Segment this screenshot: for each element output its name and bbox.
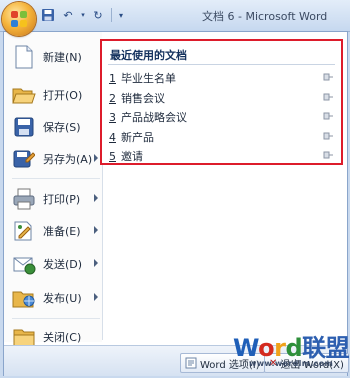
exit-word-button[interactable]: ✕ 退出 Word(X) bbox=[264, 353, 349, 373]
recent-documents-title: 最近使用的文档 bbox=[110, 49, 187, 62]
send-icon bbox=[12, 252, 36, 276]
menu-divider bbox=[12, 318, 100, 319]
recent-item-name: 销售会议 bbox=[121, 92, 165, 105]
save-icon[interactable] bbox=[40, 7, 56, 23]
prepare-icon bbox=[12, 219, 36, 243]
submenu-arrow-icon bbox=[94, 194, 98, 202]
toolbar-divider bbox=[111, 8, 112, 22]
menu-item-save-as[interactable]: 另存为(A) bbox=[12, 142, 102, 176]
redo-button[interactable]: ↻ bbox=[90, 7, 106, 23]
publish-icon bbox=[12, 286, 36, 310]
submenu-arrow-icon bbox=[94, 154, 98, 162]
office-logo-icon bbox=[10, 10, 28, 28]
menu-item-print[interactable]: 打印(P) bbox=[12, 182, 102, 216]
window-title: 文档 6 - Microsoft Word bbox=[202, 10, 328, 23]
save-icon bbox=[12, 115, 36, 139]
word-options-button[interactable]: Word 选项(I) bbox=[180, 353, 265, 373]
close-icon: ✕ bbox=[269, 357, 278, 369]
recent-item-number: 1 bbox=[109, 71, 116, 85]
menu-item-label: 保存(S) bbox=[43, 121, 81, 134]
pin-icon[interactable] bbox=[323, 132, 333, 140]
submenu-arrow-icon bbox=[94, 226, 98, 234]
print-icon bbox=[12, 187, 36, 211]
menu-item-label: 准备(E) bbox=[43, 225, 81, 238]
recent-document-item[interactable]: 2 销售会议 bbox=[109, 89, 335, 107]
undo-button[interactable]: ↶ bbox=[60, 7, 76, 23]
menu-item-label: 发送(D) bbox=[43, 258, 83, 271]
pin-icon[interactable] bbox=[323, 73, 333, 81]
menu-footer: Word 选项(I) ✕ 退出 Word(X) bbox=[4, 345, 349, 376]
menu-divider bbox=[12, 178, 100, 179]
recent-document-item[interactable]: 3 产品战略会议 bbox=[109, 108, 335, 126]
menu-item-label: 关闭(C) bbox=[43, 331, 82, 344]
open-folder-icon bbox=[12, 83, 36, 107]
recent-item-name: 邀请 bbox=[121, 150, 143, 163]
recent-documents-panel: 最近使用的文档 1 毕业生名单 2 销售会议 3 产品战略会议 4 新产品 5 … bbox=[100, 39, 343, 165]
menu-item-label: 打开(O) bbox=[43, 89, 83, 102]
title-bar: ↶ ▾ ↻ ▾ 文档 6 - Microsoft Word bbox=[0, 0, 350, 32]
recent-document-item[interactable]: 5 邀请 bbox=[109, 147, 335, 165]
customize-toolbar-icon[interactable]: ▾ bbox=[117, 7, 125, 23]
submenu-arrow-icon bbox=[94, 293, 98, 301]
menu-item-open[interactable]: 打开(O) bbox=[12, 78, 102, 112]
quick-access-toolbar: ↶ ▾ ↻ ▾ bbox=[40, 7, 125, 23]
menu-item-new[interactable]: 新建(N) bbox=[12, 40, 102, 74]
new-document-icon bbox=[12, 45, 36, 69]
exit-word-label: 退出 Word(X) bbox=[280, 359, 344, 371]
menu-item-publish[interactable]: 发布(U) bbox=[12, 281, 102, 315]
menu-item-label: 打印(P) bbox=[43, 193, 81, 206]
pin-icon[interactable] bbox=[323, 112, 333, 120]
menu-item-prepare[interactable]: 准备(E) bbox=[12, 214, 102, 248]
recent-item-name: 产品战略会议 bbox=[121, 111, 187, 124]
office-menu: 新建(N) 打开(O) 保存(S) 另存为(A) 打印(P) 准备(E) 发送(… bbox=[3, 31, 349, 376]
recent-item-name: 新产品 bbox=[121, 131, 154, 144]
undo-dropdown-icon[interactable]: ▾ bbox=[80, 7, 86, 23]
recent-item-number: 4 bbox=[109, 130, 116, 144]
menu-item-label: 另存为(A) bbox=[43, 153, 93, 166]
word-options-label: Word 选项(I) bbox=[200, 359, 260, 371]
pin-icon[interactable] bbox=[323, 93, 333, 101]
recent-document-item[interactable]: 4 新产品 bbox=[109, 128, 335, 146]
recent-document-item[interactable]: 1 毕业生名单 bbox=[109, 69, 335, 87]
options-icon bbox=[185, 357, 197, 369]
recent-divider bbox=[108, 64, 335, 65]
save-as-icon bbox=[12, 147, 36, 171]
menu-item-save[interactable]: 保存(S) bbox=[12, 110, 102, 144]
menu-item-label: 发布(U) bbox=[43, 292, 82, 305]
recent-item-number: 3 bbox=[109, 110, 116, 124]
pin-icon[interactable] bbox=[323, 151, 333, 159]
recent-item-number: 2 bbox=[109, 91, 116, 105]
menu-item-send[interactable]: 发送(D) bbox=[12, 247, 102, 281]
recent-item-name: 毕业生名单 bbox=[121, 72, 176, 85]
recent-item-number: 5 bbox=[109, 149, 116, 163]
office-button[interactable] bbox=[2, 2, 36, 36]
submenu-arrow-icon bbox=[94, 259, 98, 267]
menu-item-label: 新建(N) bbox=[43, 51, 82, 64]
left-command-panel: 新建(N) 打开(O) 保存(S) 另存为(A) 打印(P) 准备(E) 发送(… bbox=[4, 32, 102, 347]
